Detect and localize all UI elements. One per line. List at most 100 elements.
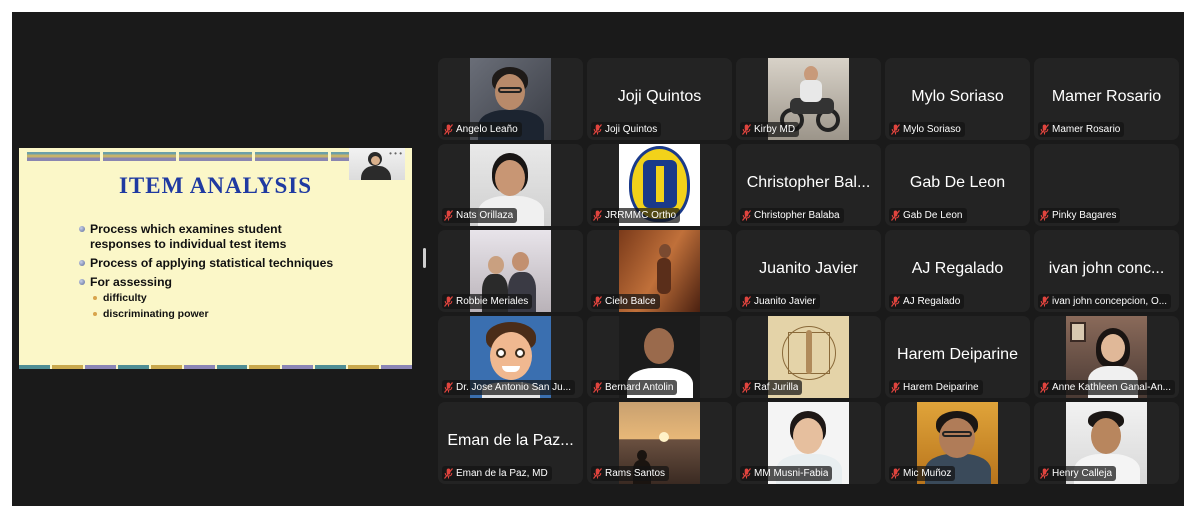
participant-name: Christopher Balaba bbox=[754, 210, 840, 221]
participant-name-label: Henry Calleja bbox=[1038, 466, 1117, 481]
participant-tile[interactable]: AJ Regalado AJ Regalado bbox=[885, 230, 1030, 312]
participant-tile[interactable]: Nats Orillaza bbox=[438, 144, 583, 226]
mic-muted-icon bbox=[742, 124, 751, 135]
participant-tile[interactable]: Joji Quintos Joji Quintos bbox=[587, 58, 732, 140]
mic-muted-icon bbox=[1040, 296, 1049, 307]
participant-name: Angelo Leaño bbox=[456, 124, 518, 135]
participant-name-label: Christopher Balaba bbox=[740, 208, 844, 223]
participant-name-label: Eman de la Paz, MD bbox=[442, 466, 552, 481]
participant-tile[interactable]: Mamer Rosario Mamer Rosario bbox=[1034, 58, 1179, 140]
participant-tile[interactable]: Cielo Balce bbox=[587, 230, 732, 312]
participant-name: Mic Muñoz bbox=[903, 468, 952, 479]
participant-tile[interactable]: MM Musni-Fabia bbox=[736, 402, 881, 484]
participant-tile[interactable]: Rams Santos bbox=[587, 402, 732, 484]
mic-muted-icon bbox=[593, 382, 602, 393]
participant-name: Dr. Jose Antonio San Ju... bbox=[456, 382, 572, 393]
participant-name-label: Bernard Antolin bbox=[591, 380, 678, 395]
participant-tile[interactable]: JRRMMC Ortho bbox=[587, 144, 732, 226]
participant-tile[interactable]: Kirby MD bbox=[736, 58, 881, 140]
participant-name: Harem Deiparine bbox=[903, 382, 979, 393]
participant-name: Raf Jurilla bbox=[754, 382, 799, 393]
mic-muted-icon bbox=[1040, 382, 1049, 393]
mic-muted-icon bbox=[742, 296, 751, 307]
participant-tile[interactable]: Harem Deiparine Harem Deiparine bbox=[885, 316, 1030, 398]
participant-tile[interactable]: Eman de la Paz... Eman de la Paz, MD bbox=[438, 402, 583, 484]
participant-tile[interactable]: Dr. Jose Antonio San Ju... bbox=[438, 316, 583, 398]
mic-muted-icon bbox=[891, 296, 900, 307]
participant-display-name: Gab De Leon bbox=[909, 174, 1006, 191]
participant-name-label: Mic Muñoz bbox=[889, 466, 956, 481]
participant-name-label: AJ Regalado bbox=[889, 294, 965, 309]
participant-tile[interactable]: Raf Jurilla bbox=[736, 316, 881, 398]
meeting-window: • • • ITEM ANALYSIS Process which examin… bbox=[12, 12, 1184, 506]
participant-name: Gab De Leon bbox=[903, 210, 963, 221]
mic-muted-icon bbox=[1040, 124, 1049, 135]
slide-bullet: Process which examines student bbox=[79, 222, 333, 237]
participant-name: Eman de la Paz, MD bbox=[456, 468, 548, 479]
participant-name: Juanito Javier bbox=[754, 296, 816, 307]
participant-name-label: Anne Kathleen Ganal-An... bbox=[1038, 380, 1175, 395]
participant-name: Kirby MD bbox=[754, 124, 796, 135]
participant-tile[interactable]: Christopher Bal... Christopher Balaba bbox=[736, 144, 881, 226]
mic-muted-icon bbox=[444, 468, 453, 479]
participant-tile[interactable]: Anne Kathleen Ganal-An... bbox=[1034, 316, 1179, 398]
mic-muted-icon bbox=[444, 124, 453, 135]
participant-name-label: Mamer Rosario bbox=[1038, 122, 1125, 137]
participant-display-name: Joji Quintos bbox=[617, 88, 702, 105]
participant-name: Pinky Bagares bbox=[1052, 210, 1117, 221]
shared-screen[interactable]: • • • ITEM ANALYSIS Process which examin… bbox=[19, 148, 412, 369]
participant-name-label: Angelo Leaño bbox=[442, 122, 522, 137]
mic-muted-icon bbox=[1040, 468, 1049, 479]
participant-display-name: Eman de la Paz... bbox=[447, 432, 574, 449]
participant-tile[interactable]: Henry Calleja bbox=[1034, 402, 1179, 484]
participant-name-label: MM Musni-Fabia bbox=[740, 466, 833, 481]
mic-muted-icon bbox=[593, 296, 602, 307]
participant-name: Bernard Antolin bbox=[605, 382, 674, 393]
mic-muted-icon bbox=[593, 468, 602, 479]
participant-tile[interactable]: Gab De Leon Gab De Leon bbox=[885, 144, 1030, 226]
participant-name-label: ivan john concepcion, O... bbox=[1038, 294, 1172, 309]
participant-name: Mamer Rosario bbox=[1052, 124, 1121, 135]
mic-muted-icon bbox=[1040, 210, 1049, 221]
split-view-handle[interactable] bbox=[423, 248, 426, 268]
participant-name-label: Pinky Bagares bbox=[1038, 208, 1121, 223]
participant-name: Anne Kathleen Ganal-An... bbox=[1052, 382, 1171, 393]
participant-tile[interactable]: Juanito Javier Juanito Javier bbox=[736, 230, 881, 312]
mic-muted-icon bbox=[742, 382, 751, 393]
participant-name-label: Nats Orillaza bbox=[442, 208, 518, 223]
participant-name-label: Gab De Leon bbox=[889, 208, 967, 223]
participant-tile[interactable]: ivan john conc... ivan john concepcion, O… bbox=[1034, 230, 1179, 312]
mic-muted-icon bbox=[444, 382, 453, 393]
participant-name-label: Cielo Balce bbox=[591, 294, 660, 309]
participant-tile[interactable]: Pinky Bagares bbox=[1034, 144, 1179, 226]
mic-muted-icon bbox=[891, 468, 900, 479]
participant-name: Robbie Meriales bbox=[456, 296, 529, 307]
participant-name: AJ Regalado bbox=[903, 296, 961, 307]
participant-name: ivan john concepcion, O... bbox=[1052, 296, 1168, 307]
slide-bullet-list: Process which examines student responses … bbox=[79, 218, 333, 322]
mic-muted-icon bbox=[593, 210, 602, 221]
participant-name: Nats Orillaza bbox=[456, 210, 514, 221]
participant-name: JRRMMC Ortho bbox=[605, 210, 677, 221]
participant-tile[interactable]: Robbie Meriales bbox=[438, 230, 583, 312]
participant-name-label: Kirby MD bbox=[740, 122, 800, 137]
participant-name: Joji Quintos bbox=[605, 124, 658, 135]
participant-tile[interactable]: Bernard Antolin bbox=[587, 316, 732, 398]
participant-display-name: Mamer Rosario bbox=[1051, 88, 1162, 105]
participant-name-label: Robbie Meriales bbox=[442, 294, 533, 309]
mic-muted-icon bbox=[742, 468, 751, 479]
participant-name: Cielo Balce bbox=[605, 296, 656, 307]
more-icon[interactable]: • • • bbox=[389, 149, 402, 158]
participant-tile[interactable]: Mic Muñoz bbox=[885, 402, 1030, 484]
mic-muted-icon bbox=[891, 382, 900, 393]
participant-name: Henry Calleja bbox=[1052, 468, 1113, 479]
participant-tile[interactable]: Angelo Leaño bbox=[438, 58, 583, 140]
participant-display-name: Harem Deiparine bbox=[897, 346, 1018, 363]
slide-bullet: responses to individual test items bbox=[90, 237, 287, 251]
participant-display-name: Mylo Soriaso bbox=[911, 88, 1004, 105]
slide-bullet: discriminating power bbox=[79, 306, 333, 322]
participant-tile[interactable]: Mylo Soriaso Mylo Soriaso bbox=[885, 58, 1030, 140]
participant-name-label: Dr. Jose Antonio San Ju... bbox=[442, 380, 576, 395]
slide-title: ITEM ANALYSIS bbox=[118, 173, 313, 198]
participant-name-label: Raf Jurilla bbox=[740, 380, 803, 395]
